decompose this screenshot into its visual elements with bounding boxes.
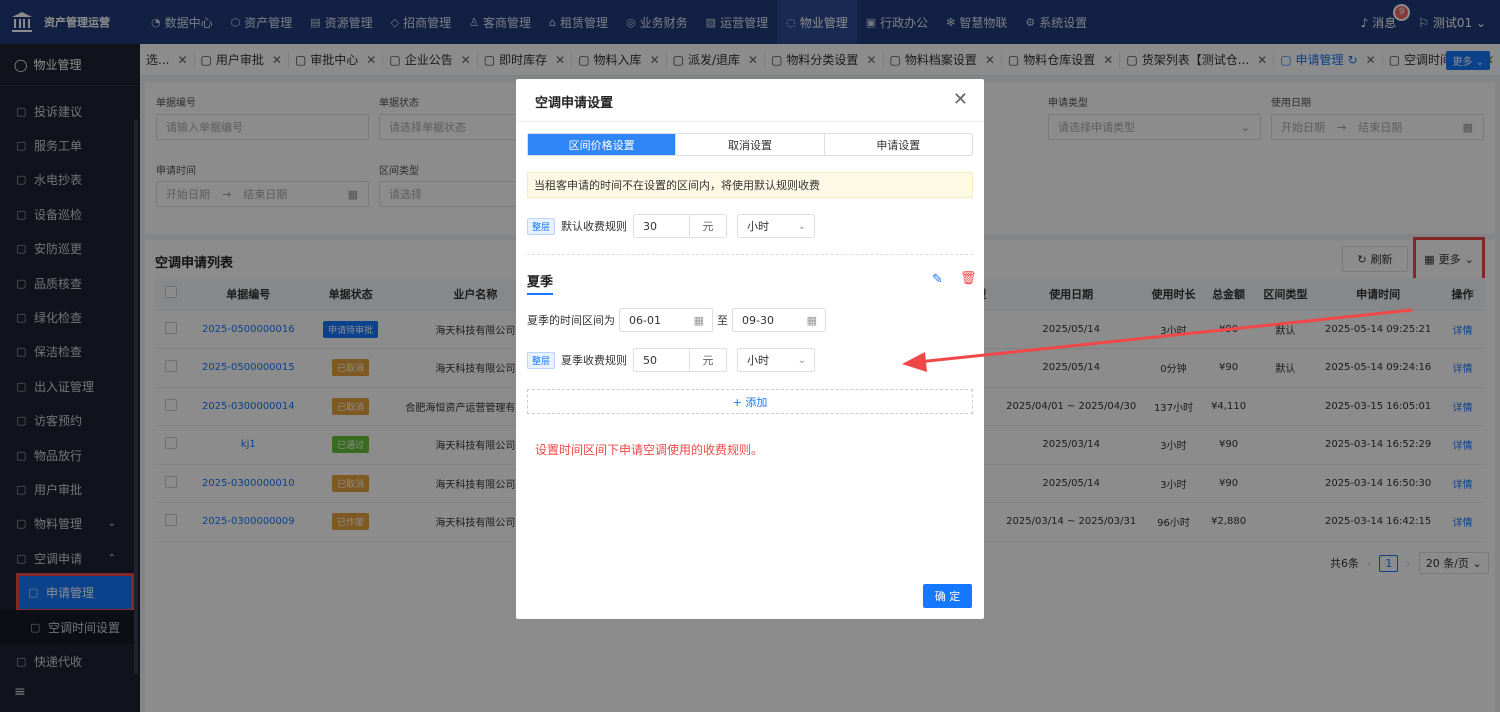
season-start-date[interactable]: 06-01 ▦ xyxy=(619,308,713,332)
season-range-label: 夏季的时间区间为 xyxy=(527,314,615,327)
modal-tab-1[interactable]: 取消设置 xyxy=(676,134,825,155)
modal-title: 空调申请设置 xyxy=(535,96,614,111)
modal-tab-2[interactable]: 申请设置 xyxy=(825,134,972,155)
hint-text: 设置时间区间下申请空调使用的收费规则。 xyxy=(535,443,764,457)
season-end-date[interactable]: 09-30 ▦ xyxy=(732,308,826,332)
calendar-icon: ▦ xyxy=(806,313,817,327)
modal-tabs: 区间价格设置 取消设置 申请设置 xyxy=(527,133,973,156)
currency-unit: 元 xyxy=(690,215,727,237)
default-rule-label: 默认收费规则 xyxy=(561,220,628,233)
season-period-value: 小时 xyxy=(747,354,770,367)
edit-icon[interactable]: ✎ xyxy=(932,272,943,287)
season-rule-row: 整层 夏季收费规则 50 元 小时 ⌄ xyxy=(527,348,816,372)
season-period-select[interactable]: 小时 ⌄ xyxy=(737,348,816,372)
aircon-settings-modal: 空调申请设置 ✕ 区间价格设置 取消设置 申请设置 当租客申请的时间不在设置的区间内… xyxy=(516,79,984,619)
range-to-label: 至 xyxy=(717,314,728,327)
add-season-button[interactable]: + 添加 xyxy=(527,389,973,414)
modal-divider xyxy=(516,121,984,122)
default-period-select[interactable]: 小时 ⌄ xyxy=(737,214,816,238)
season-price-input[interactable]: 50 元 xyxy=(633,348,728,372)
default-rule-row: 整层 默认收费规则 30 元 小时 ⌄ xyxy=(527,214,816,238)
modal-tab-0[interactable]: 区间价格设置 xyxy=(528,134,677,155)
season-range-row: 夏季的时间区间为 06-01 ▦ 至 09-30 ▦ xyxy=(527,308,826,332)
whole-floor-tag: 整层 xyxy=(527,217,556,235)
default-price-value: 30 xyxy=(634,215,691,237)
chevron-down-icon: ⌄ xyxy=(797,220,807,232)
notice-banner: 当租客申请的时间不在设置的区间内，将使用默认规则收费 xyxy=(527,172,973,198)
calendar-icon: ▦ xyxy=(693,313,704,327)
currency-unit: 元 xyxy=(690,349,727,371)
season-start-value: 06-01 xyxy=(629,313,661,327)
season-price-value: 50 xyxy=(634,349,691,371)
close-icon[interactable]: ✕ xyxy=(953,89,968,110)
season-title: 夏季 xyxy=(527,271,554,295)
chevron-down-icon: ⌄ xyxy=(797,354,807,366)
whole-floor-tag: 整层 xyxy=(527,351,556,369)
default-price-input[interactable]: 30 元 xyxy=(633,214,728,238)
delete-icon[interactable]: 🗑 xyxy=(960,271,977,286)
season-end-value: 09-30 xyxy=(742,313,774,327)
section-divider xyxy=(527,254,973,255)
season-rule-label: 夏季收费规则 xyxy=(561,354,628,367)
confirm-button[interactable]: 确 定 xyxy=(923,584,972,608)
default-period-value: 小时 xyxy=(747,220,770,233)
